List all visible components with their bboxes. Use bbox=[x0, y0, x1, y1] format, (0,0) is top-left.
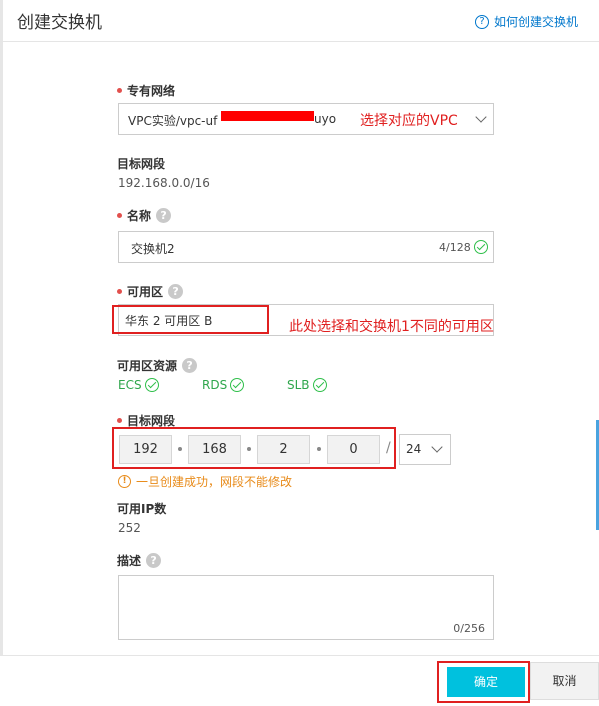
cidr-mask-value: 24 bbox=[406, 442, 422, 456]
zone-label: 可用区 ? bbox=[117, 283, 184, 300]
name-input-value: 交换机2 bbox=[131, 242, 175, 256]
available-ips-label: 可用IP数 bbox=[117, 502, 167, 516]
cidr-octet-4[interactable]: 0 bbox=[327, 435, 380, 464]
name-input[interactable]: 交换机2 4/128 bbox=[118, 231, 494, 263]
name-counter: 4/128 bbox=[439, 241, 471, 254]
zone-resources-label: 可用区资源 ? bbox=[117, 357, 198, 374]
question-icon[interactable]: ? bbox=[168, 284, 184, 299]
resource-rds-label: RDS bbox=[202, 378, 228, 392]
vpc-cidr-value: 192.168.0.0/16 bbox=[118, 176, 210, 190]
cidr-octet-1[interactable]: 192 bbox=[119, 435, 172, 464]
vpc-label-text: 专有网络 bbox=[127, 84, 176, 98]
resource-slb-label: SLB bbox=[287, 378, 310, 392]
dialog-header: 创建交换机 ? 如何创建交换机 bbox=[0, 0, 599, 42]
cidr-octet-2[interactable]: 168 bbox=[188, 435, 241, 464]
question-icon[interactable]: ? bbox=[182, 358, 198, 373]
cidr-mask-select[interactable]: 24 bbox=[399, 434, 451, 465]
check-circle-icon bbox=[312, 378, 327, 392]
cancel-button[interactable]: 取消 bbox=[530, 662, 599, 700]
resource-ecs-label: ECS bbox=[118, 378, 142, 392]
ok-button[interactable]: 确定 bbox=[447, 667, 525, 697]
required-dot-icon bbox=[117, 88, 122, 93]
dialog-left-edge bbox=[0, 0, 3, 706]
check-circle-icon bbox=[474, 240, 488, 254]
vpc-annotation: 选择对应的VPC bbox=[360, 113, 458, 129]
help-link[interactable]: ? 如何创建交换机 bbox=[475, 13, 578, 30]
chevron-down-icon bbox=[475, 111, 487, 123]
zone-annotation: 此处选择和交换机1不同的可用区 bbox=[289, 319, 494, 335]
dialog-title: 创建交换机 bbox=[17, 13, 102, 33]
vpc-label: 专有网络 bbox=[117, 82, 175, 99]
dot-separator bbox=[178, 447, 182, 451]
name-label-text: 名称 bbox=[127, 209, 152, 223]
zone-label-text: 可用区 bbox=[127, 285, 164, 299]
redaction-mark bbox=[221, 111, 314, 121]
dot-separator bbox=[247, 447, 251, 451]
vpc-select[interactable]: VPC实验/vpc-uf uyo 选择对应的VPC bbox=[118, 103, 494, 135]
chevron-down-icon bbox=[431, 441, 443, 453]
vpc-cidr-label: 目标网段 bbox=[117, 157, 166, 171]
zone-resources-label-text: 可用区资源 bbox=[117, 359, 178, 373]
required-dot-icon bbox=[117, 289, 122, 294]
help-circle-icon: ? bbox=[475, 14, 489, 29]
help-link-label: 如何创建交换机 bbox=[494, 15, 579, 29]
question-icon[interactable]: ? bbox=[146, 553, 162, 568]
cidr-slash: / bbox=[386, 440, 391, 456]
available-ips-value: 252 bbox=[118, 521, 141, 535]
zone-select-value: 华东 2 可用区 B bbox=[125, 314, 213, 328]
required-dot-icon bbox=[117, 213, 122, 218]
cidr-warning: ! 一旦创建成功，网段不能修改 bbox=[118, 473, 292, 490]
description-label-text: 描述 bbox=[117, 554, 142, 568]
vpc-select-value-suffix: uyo bbox=[314, 112, 337, 126]
check-circle-icon bbox=[144, 378, 159, 392]
cidr-octet-3[interactable]: 2 bbox=[257, 435, 310, 464]
resource-ecs: ECS bbox=[118, 378, 159, 392]
vpc-select-value-prefix: VPC实验/vpc-uf bbox=[128, 114, 218, 128]
dot-separator bbox=[317, 447, 321, 451]
resource-rds: RDS bbox=[202, 378, 245, 392]
warning-circle-icon: ! bbox=[118, 475, 131, 488]
resource-slb: SLB bbox=[287, 378, 327, 392]
description-counter: 0/256 bbox=[453, 622, 485, 635]
name-label: 名称 ? bbox=[117, 207, 172, 224]
cidr-warning-text: 一旦创建成功，网段不能修改 bbox=[136, 475, 293, 489]
required-dot-icon bbox=[117, 418, 122, 423]
check-circle-icon bbox=[230, 378, 245, 392]
description-textarea[interactable]: 0/256 bbox=[118, 575, 494, 640]
question-icon[interactable]: ? bbox=[156, 208, 172, 223]
description-label: 描述 ? bbox=[117, 552, 162, 569]
